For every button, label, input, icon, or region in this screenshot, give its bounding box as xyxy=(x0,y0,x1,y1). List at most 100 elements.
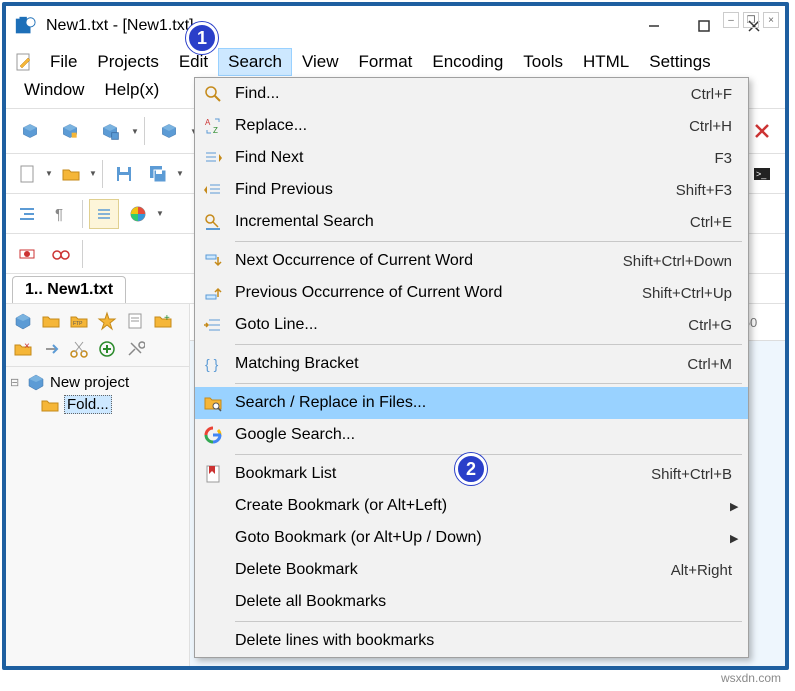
project-tree: ⊟ New project Fold... xyxy=(6,367,189,420)
menu-item-find-next[interactable]: Find NextF3 xyxy=(195,142,748,174)
menu-item-shortcut: Ctrl+H xyxy=(689,118,742,135)
blank-icon xyxy=(201,526,225,550)
tree-root-label: New project xyxy=(50,374,129,391)
save-all-icon[interactable] xyxy=(143,159,173,189)
menu-item-goto-line[interactable]: Goto Line...Ctrl+G xyxy=(195,309,748,341)
project-open-icon[interactable] xyxy=(52,113,88,149)
save-icon[interactable] xyxy=(109,159,139,189)
menu-item-label: Next Occurrence of Current Word xyxy=(235,252,623,270)
sidebar-cube-icon[interactable] xyxy=(10,308,36,334)
menu-item-shortcut: Alt+Right xyxy=(671,562,742,579)
menu-item-find-previous[interactable]: Find PreviousShift+F3 xyxy=(195,174,748,206)
menu-edit[interactable]: Edit xyxy=(169,48,218,76)
project-close-icon[interactable] xyxy=(151,113,187,149)
record-icon[interactable] xyxy=(12,239,42,269)
menu-help[interactable]: Help(x) xyxy=(94,76,169,104)
menu-item-google-search[interactable]: Google Search... xyxy=(195,419,748,451)
replace-az-icon: AZ xyxy=(201,114,225,138)
menu-item-label: Delete all Bookmarks xyxy=(235,593,742,611)
project-save-icon[interactable] xyxy=(92,113,128,149)
menu-separator xyxy=(235,344,742,345)
svg-text:+: + xyxy=(164,313,170,324)
sidebar-link-icon[interactable] xyxy=(38,336,64,362)
svg-text:×: × xyxy=(24,341,30,352)
menu-item-label: Goto Bookmark (or Alt+Up / Down) xyxy=(235,529,730,547)
sidebar-newfolder-icon[interactable]: + xyxy=(150,308,176,334)
dropdown-arrow-icon[interactable]: ▼ xyxy=(44,169,54,178)
menu-item-label: Search / Replace in Files... xyxy=(235,394,742,412)
document-tab[interactable]: 1.. New1.txt xyxy=(12,276,126,303)
tree-root[interactable]: ⊟ New project xyxy=(10,371,185,393)
maximize-button[interactable] xyxy=(681,11,727,41)
menu-item-delete-bookmark[interactable]: Delete BookmarkAlt+Right xyxy=(195,554,748,586)
menu-item-delete-all-bookmarks[interactable]: Delete all Bookmarks xyxy=(195,586,748,618)
mdi-restore-icon[interactable]: ❐ xyxy=(743,12,759,28)
menu-window[interactable]: Window xyxy=(14,76,94,104)
tree-folder[interactable]: Fold... xyxy=(40,393,185,416)
word-prev-icon xyxy=(201,281,225,305)
sidebar-delfolder-icon[interactable]: × xyxy=(10,336,36,362)
menu-item-matching-bracket[interactable]: { }Matching BracketCtrl+M xyxy=(195,348,748,380)
menu-format[interactable]: Format xyxy=(349,48,423,76)
menu-tools[interactable]: Tools xyxy=(513,48,573,76)
menu-settings[interactable]: Settings xyxy=(639,48,720,76)
open-file-icon[interactable] xyxy=(56,159,86,189)
menu-item-previous-occurrence-of-current-word[interactable]: Previous Occurrence of Current WordShift… xyxy=(195,277,748,309)
menu-item-next-occurrence-of-current-word[interactable]: Next Occurrence of Current WordShift+Ctr… xyxy=(195,245,748,277)
menu-item-incremental-search[interactable]: Incremental SearchCtrl+E xyxy=(195,206,748,238)
menu-item-label: Incremental Search xyxy=(235,213,690,231)
sidebar-ftp-icon[interactable]: FTP xyxy=(66,308,92,334)
menu-item-delete-lines-with-bookmarks[interactable]: Delete lines with bookmarks xyxy=(195,625,748,657)
menu-item-search-replace-in-files[interactable]: Search / Replace in Files... xyxy=(195,387,748,419)
menu-item-shortcut: Shift+F3 xyxy=(676,182,742,199)
submenu-arrow-icon: ▶ xyxy=(730,500,742,513)
highlight-lines-icon[interactable] xyxy=(89,199,119,229)
mdi-close-icon[interactable]: × xyxy=(763,12,779,28)
menu-item-label: Replace... xyxy=(235,117,689,135)
sidebar-star-icon[interactable] xyxy=(94,308,120,334)
menu-view[interactable]: View xyxy=(292,48,349,76)
tree-toggle-icon[interactable]: ⊟ xyxy=(10,376,26,389)
menu-search[interactable]: Search xyxy=(218,48,292,76)
bookmark-icon xyxy=(201,462,225,486)
indent-icon[interactable] xyxy=(12,199,42,229)
svg-text:FTP: FTP xyxy=(73,321,83,327)
find-next-icon xyxy=(201,146,225,170)
menu-item-label: Find Next xyxy=(235,149,714,167)
dropdown-arrow-icon[interactable]: ▼ xyxy=(88,169,98,178)
menu-html[interactable]: HTML xyxy=(573,48,639,76)
terminal-icon[interactable]: >_ xyxy=(747,159,777,189)
color-wheel-icon[interactable] xyxy=(123,199,153,229)
mdi-minimize-icon[interactable]: ‒ xyxy=(723,12,739,28)
project-new-icon[interactable] xyxy=(12,113,48,149)
sidebar-properties-icon[interactable] xyxy=(122,308,148,334)
svg-text:Z: Z xyxy=(213,126,218,135)
menu-item-goto-bookmark-or-alt-up-down[interactable]: Goto Bookmark (or Alt+Up / Down)▶ xyxy=(195,522,748,554)
annotation-callout-2: 2 xyxy=(455,453,487,485)
incremental-icon xyxy=(201,210,225,234)
menu-item-label: Create Bookmark (or Alt+Left) xyxy=(235,497,730,515)
delete-icon[interactable] xyxy=(747,116,777,146)
menu-item-create-bookmark-or-alt-left[interactable]: Create Bookmark (or Alt+Left)▶ xyxy=(195,490,748,522)
sidebar-add-icon[interactable] xyxy=(94,336,120,362)
dropdown-arrow-icon[interactable]: ▼ xyxy=(130,127,140,136)
pilcrow-icon[interactable]: ¶ xyxy=(46,199,76,229)
dropdown-arrow-icon[interactable]: ▼ xyxy=(175,169,185,178)
sidebar-cut-icon[interactable] xyxy=(66,336,92,362)
sidebar-folder-icon[interactable] xyxy=(38,308,64,334)
menu-item-find[interactable]: Find...Ctrl+F xyxy=(195,78,748,110)
glasses-icon[interactable] xyxy=(46,239,76,269)
dropdown-arrow-icon[interactable]: ▼ xyxy=(155,209,165,218)
new-file-icon[interactable] xyxy=(12,159,42,189)
sidebar-tools-icon[interactable] xyxy=(122,336,148,362)
search-menu-dropdown: Find...Ctrl+F AZ Replace...Ctrl+H Find Next… xyxy=(194,77,749,658)
menu-file[interactable]: File xyxy=(40,48,87,76)
menu-item-replace[interactable]: AZ Replace...Ctrl+H xyxy=(195,110,748,142)
minimize-button[interactable] xyxy=(631,11,677,41)
menu-item-label: Matching Bracket xyxy=(235,355,687,373)
menu-item-label: Find... xyxy=(235,85,691,103)
menu-projects[interactable]: Projects xyxy=(87,48,168,76)
menu-encoding[interactable]: Encoding xyxy=(422,48,513,76)
project-sidebar: FTP + × ⊟ New project Fold... xyxy=(6,304,190,666)
annotation-callout-1: 1 xyxy=(186,22,218,54)
